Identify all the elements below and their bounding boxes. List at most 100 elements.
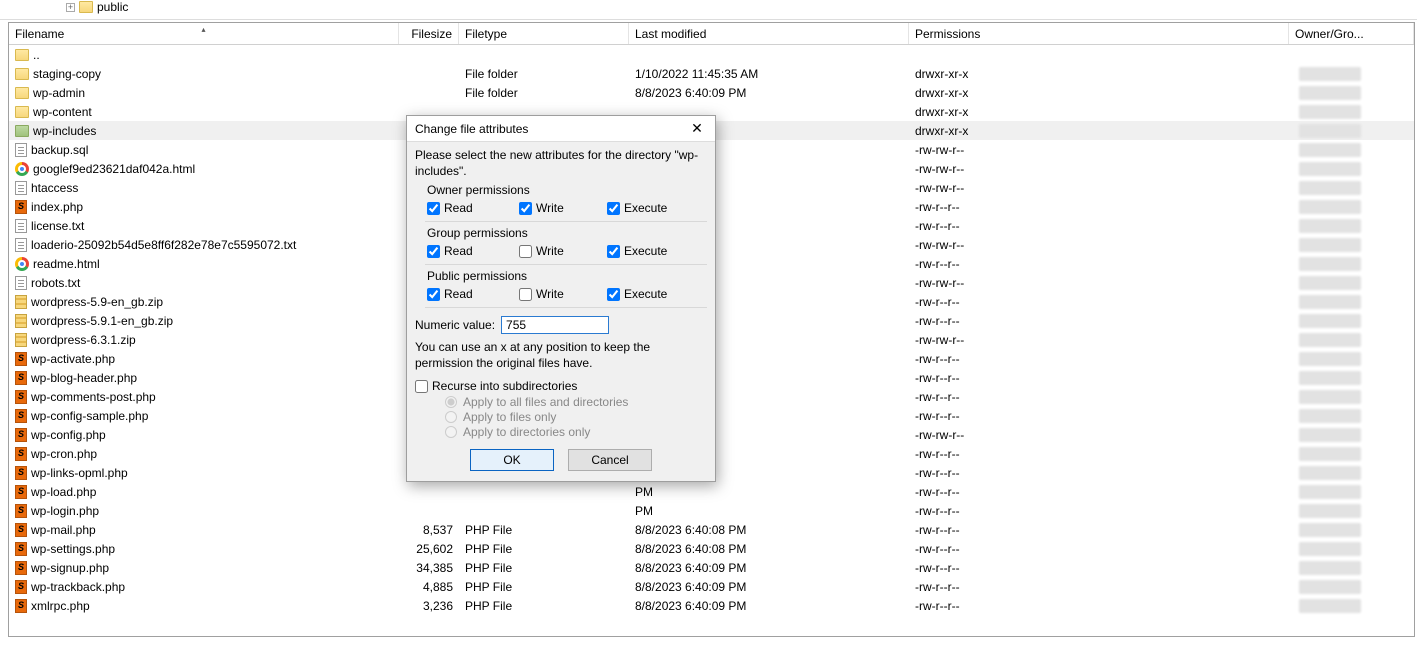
tree-node-public[interactable]: + public xyxy=(66,0,128,14)
recurse-checkbox[interactable] xyxy=(415,380,428,393)
table-row[interactable]: wp-signup.php34,385PHP File8/8/2023 6:40… xyxy=(9,558,1414,577)
file-permissions: drwxr-xr-x xyxy=(909,124,1289,138)
chrome-icon xyxy=(15,257,29,271)
file-permissions: drwxr-xr-x xyxy=(909,67,1289,81)
file-name: wp-signup.php xyxy=(31,561,109,575)
public-write-checkbox[interactable]: Write xyxy=(519,287,607,301)
file-permissions: -rw-r--r-- xyxy=(909,599,1289,613)
folder-icon xyxy=(15,87,29,99)
header-filetype[interactable]: Filetype xyxy=(459,23,629,44)
ok-button[interactable]: OK xyxy=(470,449,554,471)
dialog-titlebar[interactable]: Change file attributes ✕ xyxy=(407,116,715,142)
file-permissions: -rw-r--r-- xyxy=(909,504,1289,518)
cancel-button[interactable]: Cancel xyxy=(568,449,652,471)
table-row[interactable]: wp-mail.php8,537PHP File8/8/2023 6:40:08… xyxy=(9,520,1414,539)
file-permissions: -rw-rw-r-- xyxy=(909,333,1289,347)
table-row[interactable]: wp-load.phpPM-rw-r--r-- xyxy=(9,482,1414,501)
file-owner xyxy=(1289,390,1414,404)
file-name: robots.txt xyxy=(31,276,80,290)
file-name: wordpress-6.3.1.zip xyxy=(31,333,136,347)
file-permissions: drwxr-xr-x xyxy=(909,105,1289,119)
text-file-icon xyxy=(15,143,27,157)
group-write-checkbox[interactable]: Write xyxy=(519,244,607,258)
table-row[interactable]: wp-settings.php25,602PHP File8/8/2023 6:… xyxy=(9,539,1414,558)
file-owner xyxy=(1289,200,1414,214)
file-owner xyxy=(1289,181,1414,195)
header-filesize[interactable]: Filesize xyxy=(399,23,459,44)
file-permissions: -rw-rw-r-- xyxy=(909,181,1289,195)
file-permissions: -rw-r--r-- xyxy=(909,523,1289,537)
file-permissions: -rw-r--r-- xyxy=(909,257,1289,271)
file-permissions: -rw-r--r-- xyxy=(909,447,1289,461)
folder-tree: + public xyxy=(0,0,1417,20)
file-owner xyxy=(1289,162,1414,176)
table-row[interactable]: xmlrpc.php3,236PHP File8/8/2023 6:40:09 … xyxy=(9,596,1414,615)
file-name: readme.html xyxy=(33,257,100,271)
owner-permissions-label: Owner permissions xyxy=(427,183,707,197)
header-owner[interactable]: Owner/Gro... xyxy=(1289,23,1414,44)
numeric-note: You can use an x at any position to keep… xyxy=(415,340,707,371)
table-row[interactable]: wp-trackback.php4,885PHP File8/8/2023 6:… xyxy=(9,577,1414,596)
folder-icon xyxy=(15,106,29,118)
public-read-checkbox[interactable]: Read xyxy=(427,287,519,301)
file-name: staging-copy xyxy=(33,67,101,81)
file-permissions: -rw-r--r-- xyxy=(909,390,1289,404)
file-name: wp-links-opml.php xyxy=(31,466,128,480)
expand-icon[interactable]: + xyxy=(66,3,75,12)
file-permissions: -rw-r--r-- xyxy=(909,466,1289,480)
file-type: PHP File xyxy=(459,599,629,613)
file-name: loaderio-25092b54d5e8ff6f282e78e7c559507… xyxy=(31,238,296,252)
text-file-icon xyxy=(15,238,27,252)
dialog-intro: Please select the new attributes for the… xyxy=(415,148,707,179)
folder-icon xyxy=(15,68,29,80)
table-row[interactable]: .. xyxy=(9,45,1414,64)
table-row[interactable]: wp-login.phpPM-rw-r--r-- xyxy=(9,501,1414,520)
header-filename[interactable]: Filename ▴ xyxy=(9,23,399,44)
file-owner xyxy=(1289,466,1414,480)
file-modified: PM xyxy=(629,485,909,499)
table-row[interactable]: wp-adminFile folder8/8/2023 6:40:09 PMdr… xyxy=(9,83,1414,102)
file-permissions: -rw-r--r-- xyxy=(909,314,1289,328)
text-file-icon xyxy=(15,276,27,290)
owner-execute-checkbox[interactable]: Execute xyxy=(607,201,697,215)
php-file-icon xyxy=(15,542,27,556)
folder-icon xyxy=(79,1,93,13)
file-permissions: -rw-r--r-- xyxy=(909,561,1289,575)
file-permissions: -rw-r--r-- xyxy=(909,352,1289,366)
dialog-title: Change file attributes xyxy=(415,122,528,136)
file-permissions: drwxr-xr-x xyxy=(909,86,1289,100)
file-name: wp-trackback.php xyxy=(31,580,125,594)
sort-ascending-icon: ▴ xyxy=(201,25,205,34)
file-owner xyxy=(1289,371,1414,385)
header-modified[interactable]: Last modified xyxy=(629,23,909,44)
file-name: wp-comments-post.php xyxy=(31,390,156,404)
file-modified: 8/8/2023 6:40:09 PM xyxy=(629,599,909,613)
file-name: htaccess xyxy=(31,181,78,195)
file-name: wp-cron.php xyxy=(31,447,97,461)
close-icon[interactable]: ✕ xyxy=(687,120,707,137)
apply-files-radio: Apply to files only xyxy=(445,410,707,424)
owner-read-checkbox[interactable]: Read xyxy=(427,201,519,215)
header-permissions[interactable]: Permissions xyxy=(909,23,1289,44)
file-name: license.txt xyxy=(31,219,84,233)
file-owner xyxy=(1289,219,1414,233)
file-name: wp-includes xyxy=(33,124,96,138)
recurse-options: Apply to all files and directories Apply… xyxy=(445,395,707,439)
text-file-icon xyxy=(15,181,27,195)
group-read-checkbox[interactable]: Read xyxy=(427,244,519,258)
file-size: 25,602 xyxy=(399,542,459,556)
file-owner xyxy=(1289,105,1414,119)
table-row[interactable]: staging-copyFile folder1/10/2022 11:45:3… xyxy=(9,64,1414,83)
file-name: wordpress-5.9.1-en_gb.zip xyxy=(31,314,173,328)
numeric-value-input[interactable] xyxy=(501,316,609,334)
group-execute-checkbox[interactable]: Execute xyxy=(607,244,697,258)
php-file-icon xyxy=(15,447,27,461)
owner-write-checkbox[interactable]: Write xyxy=(519,201,607,215)
file-name: googlef9ed23621daf042a.html xyxy=(33,162,195,176)
php-file-icon xyxy=(15,352,27,366)
file-modified: 8/8/2023 6:40:09 PM xyxy=(629,561,909,575)
public-execute-checkbox[interactable]: Execute xyxy=(607,287,697,301)
php-file-icon xyxy=(15,523,27,537)
public-permissions-label: Public permissions xyxy=(427,269,707,283)
file-permissions: -rw-rw-r-- xyxy=(909,143,1289,157)
